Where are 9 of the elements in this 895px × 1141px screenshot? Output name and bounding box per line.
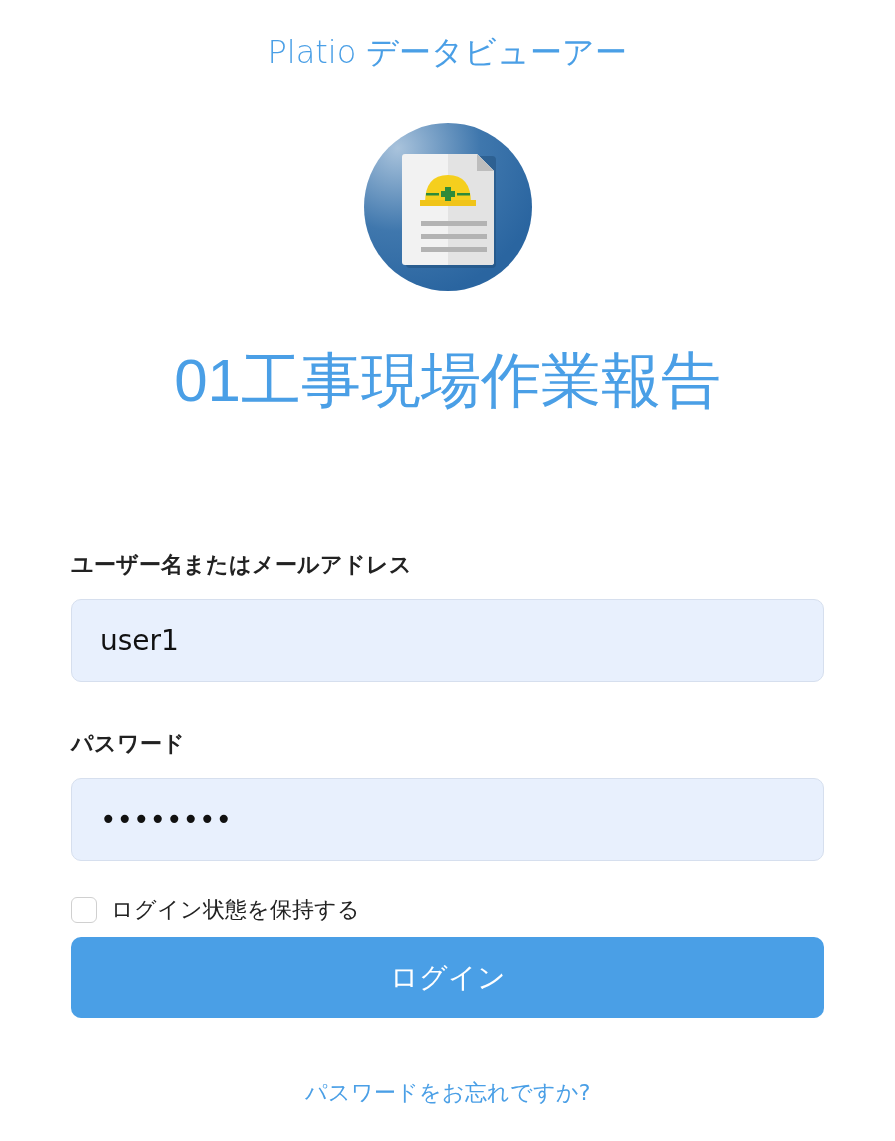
username-field[interactable]: user1: [71, 599, 824, 682]
app-title: Platio データビューアー: [267, 32, 628, 73]
remember-label: ログイン状態を保持する: [111, 896, 360, 924]
field-label: パスワード: [71, 730, 186, 758]
report-document-icon: [363, 123, 532, 291]
field-label: ユーザー名またはメールアドレス: [71, 551, 413, 579]
password-field[interactable]: ••••••••: [71, 778, 824, 861]
remember-checkbox[interactable]: [71, 897, 97, 923]
app-name: 01工事現場作業報告: [174, 346, 721, 416]
